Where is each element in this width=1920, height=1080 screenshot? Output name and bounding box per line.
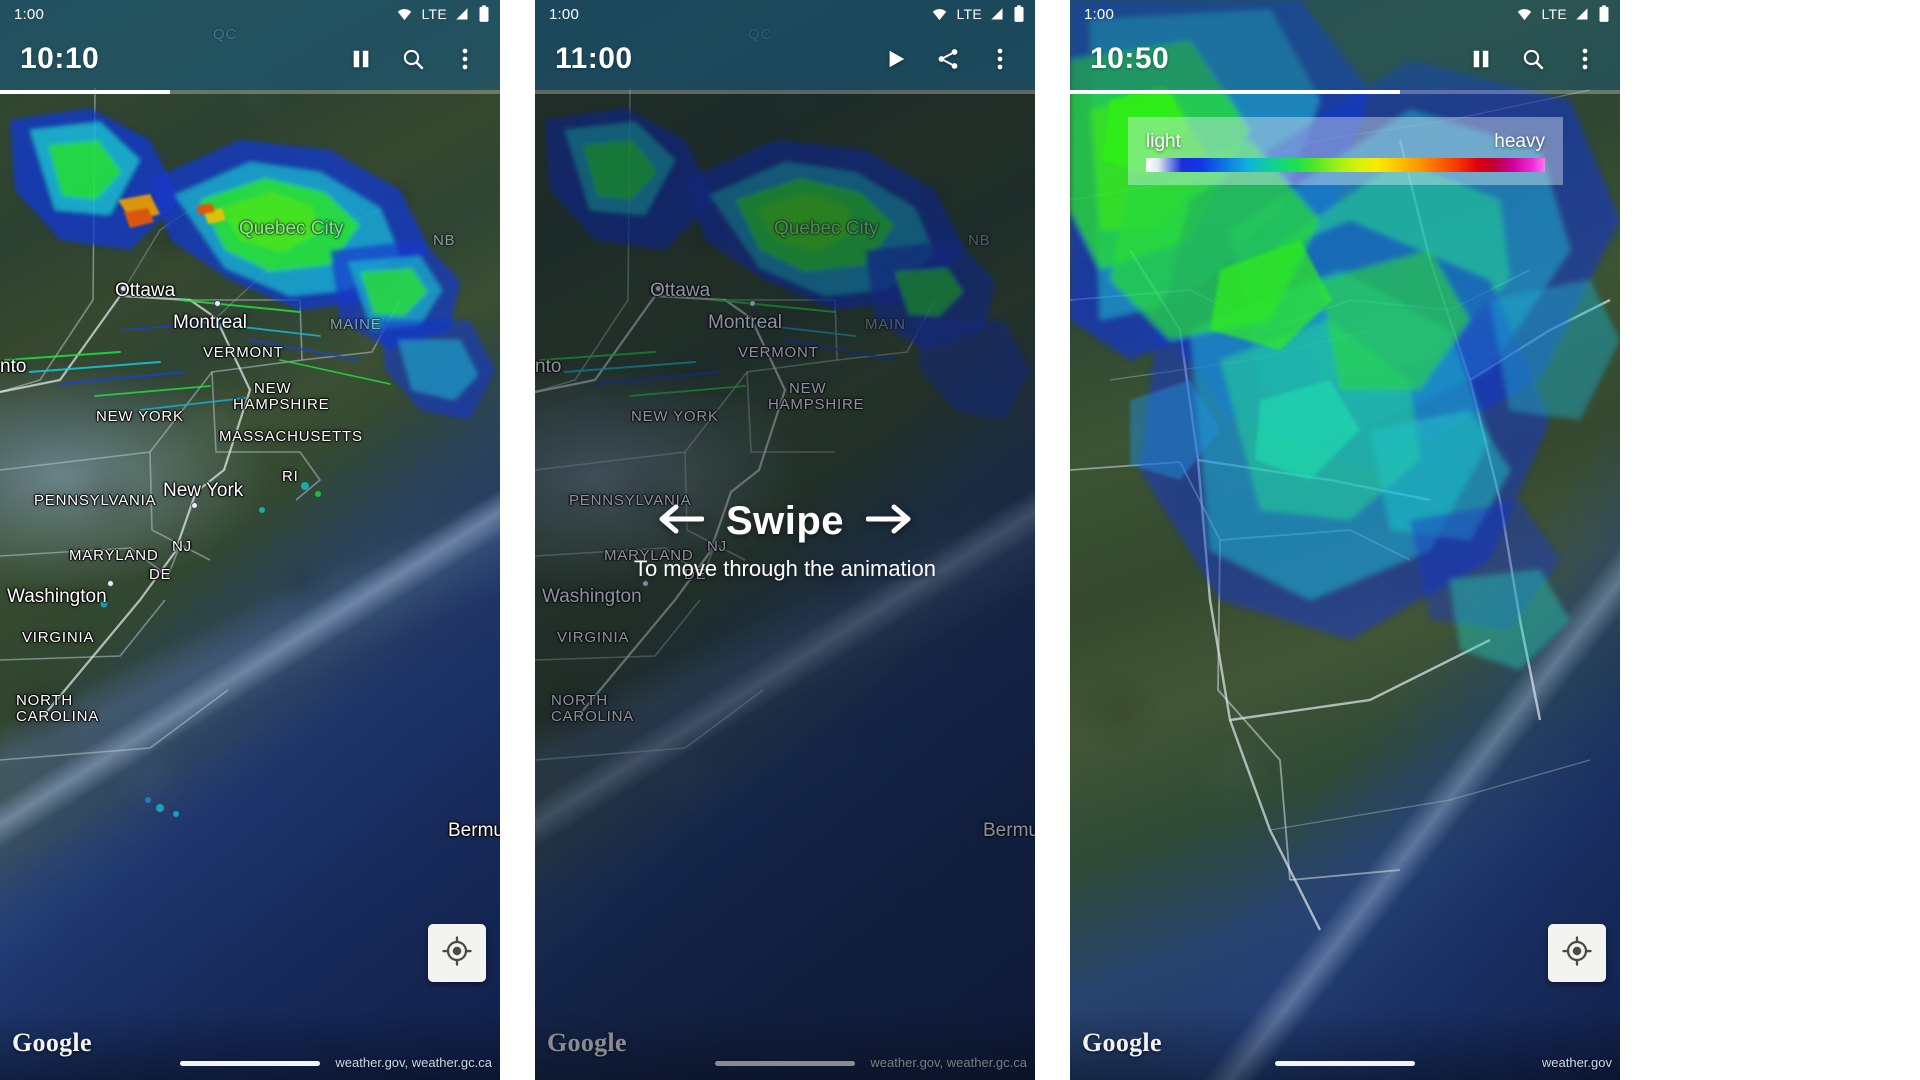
app-toolbar: 10:10 bbox=[0, 28, 500, 90]
pause-icon bbox=[350, 47, 372, 71]
android-status-bar: 1:00 LTE bbox=[0, 0, 500, 28]
map-attribution: weather.gov, weather.gc.ca bbox=[335, 1055, 492, 1070]
city-dot-new-york bbox=[191, 502, 198, 509]
animation-time-label: 10:50 bbox=[1090, 42, 1170, 75]
map-attribution: weather.gov bbox=[1541, 1055, 1612, 1070]
play-icon bbox=[885, 47, 907, 71]
google-logo: Google bbox=[1082, 1028, 1162, 1057]
legend-min-label: light bbox=[1146, 130, 1181, 152]
pause-button[interactable] bbox=[338, 36, 384, 82]
screenshot-stage: QC Quebec City NB Ottawa Montreal VERMON… bbox=[0, 0, 1920, 1080]
network-type-label: LTE bbox=[956, 6, 982, 22]
phone-panel-swipe-hint: QC Quebec City NB Ottawa Montreal VERMON… bbox=[535, 0, 1035, 1080]
app-bar-panel-2: 1:00 LTE 11:00 bbox=[535, 0, 1035, 94]
legend-color-scale bbox=[1146, 157, 1545, 172]
my-location-icon bbox=[442, 935, 472, 971]
panel-gap-2 bbox=[1035, 0, 1070, 1080]
search-button[interactable] bbox=[1510, 36, 1556, 82]
google-logo: Google bbox=[12, 1028, 92, 1057]
animation-progress-bar[interactable] bbox=[0, 90, 500, 94]
progress-fill bbox=[0, 90, 170, 94]
status-bar-clock: 1:00 bbox=[549, 5, 579, 23]
toolbar-actions bbox=[1458, 36, 1608, 82]
animation-progress-bar[interactable] bbox=[535, 90, 1035, 94]
battery-icon bbox=[478, 5, 490, 23]
animation-time-label: 10:10 bbox=[20, 42, 100, 75]
panel-gap-1 bbox=[500, 0, 535, 1080]
pause-button[interactable] bbox=[1458, 36, 1504, 82]
app-toolbar: 10:50 bbox=[1070, 28, 1620, 90]
legend-labels: light heavy bbox=[1146, 131, 1545, 153]
status-bar-icons: LTE bbox=[1515, 5, 1610, 23]
city-dot-ottawa bbox=[120, 285, 127, 292]
my-location-button[interactable] bbox=[1548, 924, 1606, 982]
radar-intensity-legend: light heavy bbox=[1128, 117, 1563, 185]
search-icon bbox=[1521, 47, 1545, 71]
app-bar-panel-1: 1:00 LTE 10:10 bbox=[0, 0, 500, 94]
overflow-menu-button[interactable] bbox=[1562, 36, 1608, 82]
map-boundaries bbox=[0, 0, 500, 1080]
swipe-hint-row: Swipe bbox=[656, 499, 914, 544]
android-nav-pill[interactable] bbox=[1275, 1061, 1415, 1066]
city-dot-montreal bbox=[214, 300, 221, 307]
android-nav-pill[interactable] bbox=[180, 1061, 320, 1066]
signal-icon bbox=[1574, 7, 1591, 22]
android-status-bar: 1:00 LTE bbox=[1070, 0, 1620, 28]
status-bar-icons: LTE bbox=[930, 5, 1025, 23]
overflow-menu-button[interactable] bbox=[442, 36, 488, 82]
progress-fill bbox=[1070, 90, 1400, 94]
legend-max-label: heavy bbox=[1494, 130, 1545, 152]
search-button[interactable] bbox=[390, 36, 436, 82]
swipe-hint-title: Swipe bbox=[725, 498, 845, 543]
wifi-icon bbox=[395, 7, 414, 22]
phone-panel-playing: QC Quebec City NB Ottawa Montreal VERMON… bbox=[0, 0, 500, 1080]
status-bar-clock: 1:00 bbox=[14, 5, 44, 23]
network-type-label: LTE bbox=[1541, 6, 1567, 22]
signal-icon bbox=[989, 7, 1006, 22]
my-location-icon bbox=[1562, 935, 1592, 971]
toolbar-actions bbox=[873, 36, 1023, 82]
battery-icon bbox=[1013, 5, 1025, 23]
my-location-button[interactable] bbox=[428, 924, 486, 982]
battery-icon bbox=[1598, 5, 1610, 23]
overflow-menu-button[interactable] bbox=[977, 36, 1023, 82]
pause-icon bbox=[1470, 47, 1492, 71]
wifi-icon bbox=[1515, 7, 1534, 22]
wifi-icon bbox=[930, 7, 949, 22]
swipe-hint-overlay[interactable]: Swipe To move through the animation bbox=[535, 0, 1035, 1080]
android-status-bar: 1:00 LTE bbox=[535, 0, 1035, 28]
more-vert-icon bbox=[997, 47, 1003, 71]
share-button[interactable] bbox=[925, 36, 971, 82]
status-bar-icons: LTE bbox=[395, 5, 490, 23]
app-bar-panel-3: 1:00 LTE 10:50 bbox=[1070, 0, 1620, 94]
arrow-left-icon bbox=[656, 502, 705, 541]
play-button[interactable] bbox=[873, 36, 919, 82]
app-toolbar: 11:00 bbox=[535, 28, 1035, 90]
toolbar-actions bbox=[338, 36, 488, 82]
swipe-hint-subtitle: To move through the animation bbox=[633, 555, 937, 581]
phone-panel-legend: Wildlife Reserve La Malbaie Baie-Saint-P… bbox=[1070, 0, 1620, 1080]
status-bar-clock: 1:00 bbox=[1084, 5, 1114, 23]
more-vert-icon bbox=[462, 47, 468, 71]
search-icon bbox=[401, 47, 425, 71]
signal-icon bbox=[454, 7, 471, 22]
share-icon bbox=[936, 47, 960, 71]
animation-progress-bar[interactable] bbox=[1070, 90, 1620, 94]
network-type-label: LTE bbox=[421, 6, 447, 22]
animation-time-label: 11:00 bbox=[555, 42, 633, 75]
city-dot-washington bbox=[107, 580, 114, 587]
more-vert-icon bbox=[1582, 47, 1588, 71]
arrow-right-icon bbox=[865, 502, 914, 541]
